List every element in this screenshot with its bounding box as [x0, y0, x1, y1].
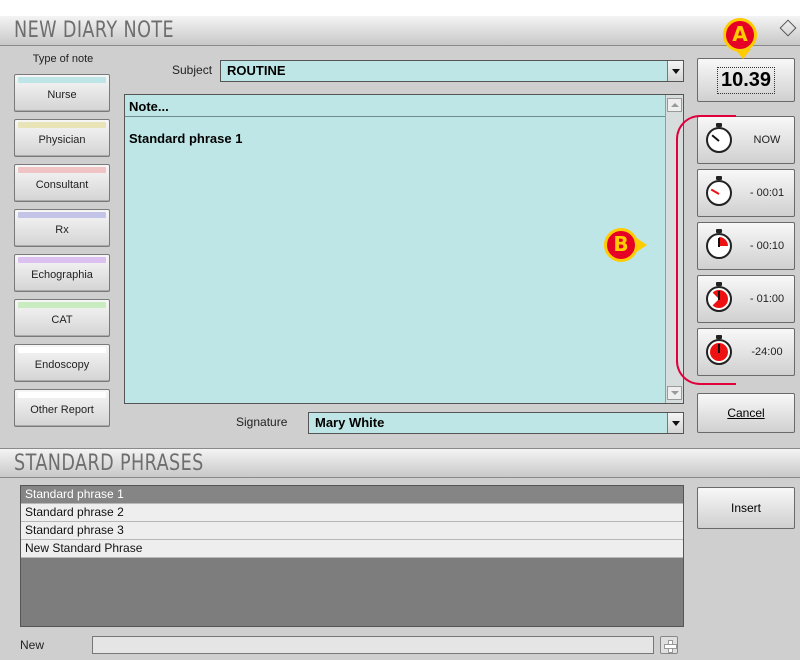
echographia-color-stripe: [18, 257, 106, 263]
note-type-sidebar: Type of note Nurse Physician Consultant …: [14, 52, 112, 452]
signature-row: Signature Mary White: [124, 412, 684, 434]
note-type-label: CAT: [51, 314, 73, 326]
physician-color-stripe: [18, 122, 106, 128]
note-type-label: Endoscopy: [34, 359, 90, 371]
annotation-marker-a: A: [723, 18, 757, 59]
signature-dropdown[interactable]: Mary White: [308, 412, 684, 434]
note-type-label: Echographia: [31, 269, 93, 281]
subject-row: Subject ROUTINE: [124, 60, 684, 82]
annotation-marker-b: B: [604, 228, 647, 262]
subject-value: ROUTINE: [227, 63, 286, 78]
scroll-down-icon[interactable]: [667, 386, 682, 400]
note-content: Standard phrase 1: [129, 131, 243, 146]
cat-color-stripe: [18, 302, 106, 308]
time-button-label: -24:00: [751, 346, 783, 358]
title-bar: NEW DIARY NOTE: [0, 16, 800, 46]
new-phrase-row: New: [20, 636, 684, 656]
note-type-label: Rx: [55, 224, 69, 236]
signature-label: Signature: [236, 415, 288, 429]
list-item[interactable]: Standard phrase 1: [21, 486, 683, 504]
note-type-other-report-button[interactable]: Other Report: [14, 389, 110, 427]
time-button-label: - 01:00: [749, 293, 785, 305]
note-type-nurse-button[interactable]: Nurse: [14, 74, 110, 112]
nurse-color-stripe: [18, 77, 106, 83]
subject-label: Subject: [172, 63, 213, 77]
current-time-display[interactable]: 10.39: [697, 58, 795, 102]
current-time: 10.39: [716, 67, 776, 94]
note-type-endoscopy-button[interactable]: Endoscopy: [14, 344, 110, 382]
list-item[interactable]: Standard phrase 2: [21, 504, 683, 522]
note-textarea[interactable]: Note... Standard phrase 1: [124, 94, 684, 404]
note-type-header: Type of note: [32, 53, 94, 65]
endoscopy-color-stripe: [18, 347, 106, 353]
subject-dropdown[interactable]: ROUTINE: [220, 60, 684, 82]
chevron-down-icon[interactable]: [667, 413, 683, 433]
cancel-label: Cancel: [727, 406, 765, 420]
rx-color-stripe: [18, 212, 106, 218]
list-item[interactable]: Standard phrase 3: [21, 522, 683, 540]
annotation-bracket: [676, 115, 736, 385]
note-type-echographia-button[interactable]: Echographia: [14, 254, 110, 292]
insert-button[interactable]: Insert: [697, 487, 795, 529]
note-type-rx-button[interactable]: Rx: [14, 209, 110, 247]
consultant-color-stripe: [18, 167, 106, 173]
note-type-label: Other Report: [30, 404, 94, 416]
other-report-color-stripe: [18, 392, 106, 398]
standard-phrases-title: STANDARD PHRASES: [14, 451, 204, 476]
note-type-label: Nurse: [47, 89, 77, 101]
new-phrase-label: New: [20, 638, 45, 652]
note-type-physician-button[interactable]: Physician: [14, 119, 110, 157]
window-title: NEW DIARY NOTE: [14, 18, 175, 43]
new-phrase-input[interactable]: [92, 636, 654, 654]
insert-label: Insert: [730, 501, 761, 515]
note-type-cat-button[interactable]: CAT: [14, 299, 110, 337]
cancel-button[interactable]: Cancel: [697, 393, 795, 433]
signature-value: Mary White: [315, 415, 385, 430]
time-button-label: - 00:10: [749, 240, 785, 252]
list-item[interactable]: New Standard Phrase: [21, 540, 683, 558]
scroll-up-icon[interactable]: [667, 98, 682, 112]
window-diamond-icon[interactable]: [779, 19, 797, 37]
standard-phrases-header: STANDARD PHRASES: [0, 448, 800, 478]
standard-phrases-list[interactable]: Standard phrase 1 Standard phrase 2 Stan…: [20, 485, 684, 627]
note-header: Note...: [125, 95, 683, 117]
add-phrase-icon[interactable]: [660, 636, 678, 654]
note-type-label: Physician: [38, 134, 86, 146]
note-type-label: Consultant: [35, 179, 89, 191]
note-type-consultant-button[interactable]: Consultant: [14, 164, 110, 202]
chevron-down-icon[interactable]: [667, 61, 683, 81]
time-button-label: - 00:01: [749, 187, 785, 199]
time-button-label: NOW: [753, 134, 781, 146]
